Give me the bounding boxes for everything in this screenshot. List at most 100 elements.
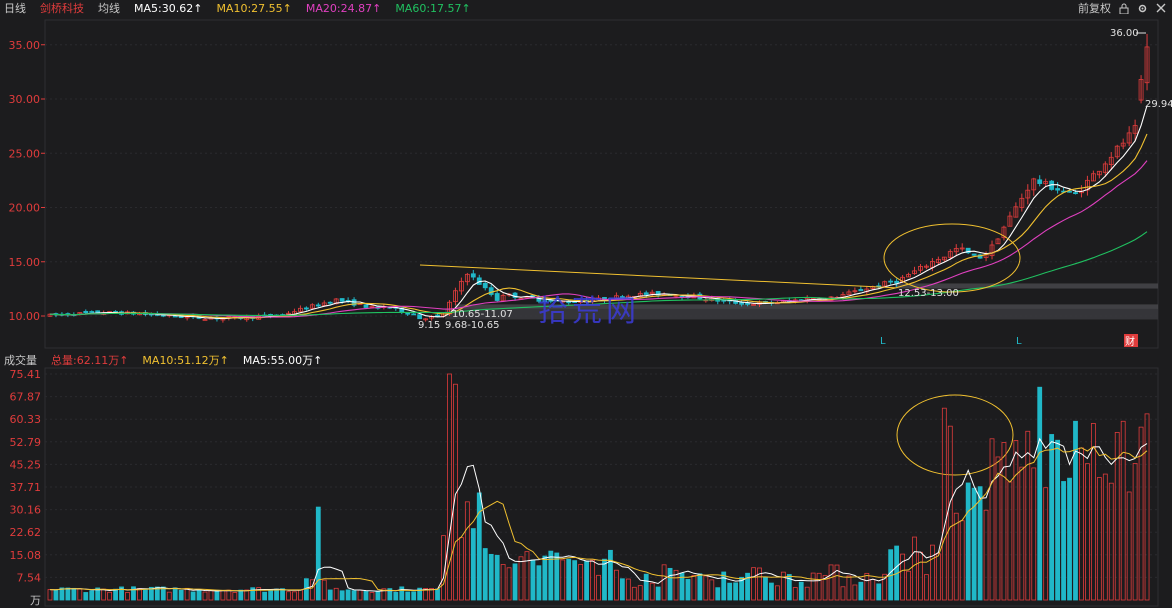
volume-bar: [292, 591, 297, 601]
price-axis: 35.00 30.00 25.00 20.00 15.00 10.00: [9, 39, 45, 323]
volume-bar: [572, 560, 578, 601]
volume-bar: [71, 587, 77, 601]
volume-bar: [554, 552, 560, 601]
volume-bar: [870, 579, 876, 601]
price-tick-label: 35.00: [9, 39, 41, 52]
volume-bar: [220, 590, 226, 601]
volume-bar: [643, 573, 649, 601]
volume-bar: [769, 582, 774, 601]
volume-bar: [1037, 386, 1043, 601]
volume-bar: [619, 578, 625, 601]
volume-bars: [47, 373, 1150, 601]
volume-bar: [1138, 426, 1144, 601]
volume-bar: [190, 591, 196, 601]
candle-body: [411, 313, 417, 316]
volume-bar: [989, 438, 995, 601]
candle-body: [327, 301, 333, 304]
volume-bar: [1108, 482, 1114, 601]
volume-bar: [280, 588, 285, 601]
volume-tick-label: 60.33: [10, 413, 42, 426]
volume-bar: [1025, 430, 1031, 601]
volume-bar: [1067, 477, 1072, 601]
volume-bar: [858, 581, 864, 601]
candle-body: [435, 314, 440, 317]
candle-body: [405, 312, 411, 315]
volume-bar: [566, 558, 572, 601]
volume-bar: [649, 582, 655, 601]
volume-bar: [321, 579, 327, 601]
volume-tick-label: 67.87: [10, 391, 42, 404]
volume-bar: [655, 586, 661, 601]
volume-tick-label: 37.71: [10, 481, 42, 494]
volume-bar: [464, 501, 470, 601]
volume-bar: [274, 588, 279, 601]
volume-bar: [399, 586, 405, 601]
volume-bar: [482, 548, 488, 601]
volume-bar: [184, 587, 190, 601]
volume-bar: [375, 590, 381, 601]
volume-bar: [1096, 477, 1102, 601]
volume-bar: [697, 573, 703, 601]
volume-bar: [1043, 487, 1049, 601]
volume-bar: [488, 553, 494, 601]
candle-body: [417, 314, 423, 320]
volume-bar: [107, 591, 113, 601]
report-badge: 财: [1125, 335, 1135, 348]
volume-bar: [935, 553, 941, 601]
volume-bar: [232, 592, 238, 601]
volume-bar: [685, 579, 691, 601]
volume-bar: [846, 575, 852, 601]
volume-bar: [584, 560, 589, 601]
signal-l1: L: [880, 336, 886, 347]
volume-bar: [166, 591, 172, 601]
volume-bar: [953, 512, 959, 601]
candle-body: [83, 310, 89, 314]
volume-bar: [530, 559, 536, 601]
volume-bar: [751, 567, 756, 601]
candle-body: [745, 302, 750, 305]
volume-bar: [512, 563, 518, 601]
price-tick-label: 15.00: [9, 256, 41, 269]
volume-bar: [47, 589, 53, 601]
volume-tick-label: 30.16: [10, 504, 42, 517]
volume-axis: 75.41 67.87 60.33 52.79 45.25 37.71 30.16 22.62…: [10, 368, 42, 607]
signal-l2: L: [1016, 336, 1022, 347]
volume-bar: [667, 567, 673, 601]
volume-bar: [548, 550, 554, 601]
watermark: 拾荒网: [538, 294, 640, 329]
volume-bar: [792, 587, 798, 601]
volume-bar: [852, 584, 858, 601]
volume-bar: [327, 589, 333, 601]
volume-bar: [840, 586, 846, 601]
volume-bar: [142, 588, 148, 601]
volume-bar: [715, 587, 721, 601]
volume-bar: [393, 591, 399, 601]
volume-bar: [1031, 467, 1037, 601]
volume-bar: [351, 590, 357, 601]
volume-bar: [286, 591, 291, 601]
volume-bar: [703, 575, 709, 601]
volume-bar: [89, 590, 95, 601]
candle-body: [89, 311, 95, 313]
candle-body: [971, 253, 977, 256]
volume-bar: [995, 456, 1001, 601]
volume-bar: [1055, 439, 1061, 601]
volume-bar: [876, 583, 882, 601]
volume-bar: [405, 591, 411, 601]
volume-bar: [435, 588, 440, 601]
volume-bar: [113, 588, 118, 601]
volume-tick-label: 22.62: [10, 526, 42, 539]
volume-bar: [614, 569, 619, 601]
price-tick-label: 30.00: [9, 93, 41, 106]
volume-bar: [524, 551, 530, 601]
volume-bar: [125, 592, 130, 601]
volume-bar: [298, 589, 303, 601]
volume-bar: [333, 587, 339, 601]
volume-bar: [500, 564, 506, 601]
volume-bar: [518, 556, 524, 601]
volume-bar: [369, 592, 375, 601]
volume-bar: [542, 555, 548, 601]
volume-bar: [458, 537, 464, 601]
volume-bar: [315, 506, 321, 601]
volume-bar: [268, 589, 274, 601]
